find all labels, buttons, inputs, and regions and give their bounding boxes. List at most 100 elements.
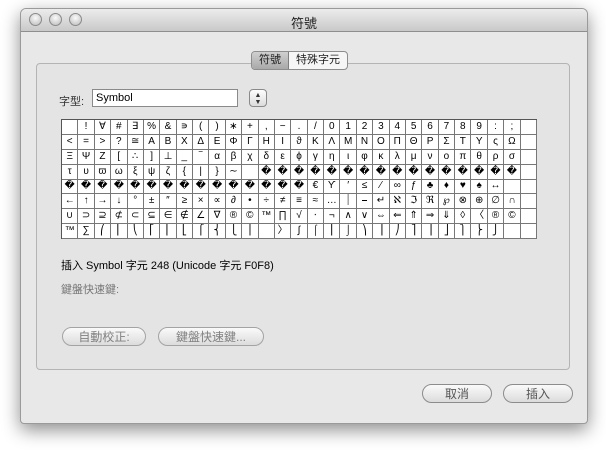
- symbol-cell[interactable]: ⊂: [127, 209, 144, 225]
- symbol-cell[interactable]: [504, 179, 521, 195]
- symbol-cell[interactable]: (: [193, 120, 210, 135]
- symbol-cell[interactable]: �: [111, 179, 128, 195]
- symbol-cell[interactable]: Ι: [274, 134, 292, 150]
- symbol-cell[interactable]: ∗: [225, 120, 243, 135]
- symbol-cell[interactable]: 8: [455, 120, 472, 135]
- symbol-cell[interactable]: ∪: [62, 209, 79, 225]
- symbol-cell[interactable]: ⇓: [438, 209, 456, 225]
- symbol-cell[interactable]: �: [127, 179, 144, 195]
- symbol-cell[interactable]: �: [291, 179, 308, 195]
- symbol-cell[interactable]: ζ: [160, 164, 177, 180]
- symbol-cell[interactable]: ™: [62, 224, 79, 239]
- symbol-cell[interactable]: ⎧: [193, 224, 210, 239]
- symbol-cell[interactable]: �: [274, 179, 292, 195]
- symbol-cell[interactable]: �: [324, 164, 341, 180]
- symbol-cell[interactable]: ρ: [487, 149, 505, 165]
- symbol-cell[interactable]: ⎫: [455, 224, 472, 239]
- symbol-cell[interactable]: θ: [471, 149, 488, 165]
- symbol-cell[interactable]: χ: [242, 149, 259, 165]
- symbol-cell[interactable]: �: [389, 164, 406, 180]
- symbol-cell[interactable]: ⁄: [373, 179, 390, 195]
- cancel-button[interactable]: 取消: [422, 384, 492, 403]
- symbol-cell[interactable]: ©: [242, 209, 259, 225]
- symbol-cell[interactable]: Κ: [307, 134, 325, 150]
- symbol-cell[interactable]: ⎠: [389, 224, 406, 239]
- symbol-cell[interactable]: ⎯: [356, 194, 374, 210]
- symbol-cell[interactable]: 7: [438, 120, 456, 135]
- tab-special-characters[interactable]: 特殊字元: [289, 52, 347, 69]
- symbol-cell[interactable]: κ: [373, 149, 390, 165]
- symbol-cell[interactable]: ⊄: [111, 209, 128, 225]
- symbol-cell[interactable]: π: [455, 149, 472, 165]
- symbol-cell[interactable]: �: [504, 164, 521, 180]
- symbol-cell[interactable]: �: [307, 164, 325, 180]
- symbol-cell[interactable]: Ν: [356, 134, 374, 150]
- symbol-cell[interactable]: ⋅: [307, 209, 325, 225]
- symbol-cell[interactable]: ∏: [274, 209, 292, 225]
- symbol-cell[interactable]: 1: [340, 120, 357, 135]
- symbol-cell[interactable]: �: [258, 164, 275, 180]
- symbol-cell[interactable]: �: [193, 179, 210, 195]
- symbol-cell[interactable]: ≠: [274, 194, 292, 210]
- symbol-cell[interactable]: �: [471, 164, 488, 180]
- symbol-cell[interactable]: [520, 209, 537, 225]
- symbol-cell[interactable]: ϑ: [291, 134, 308, 150]
- symbol-cell[interactable]: ⎪: [242, 224, 259, 239]
- symbol-cell[interactable]: ⎡: [143, 224, 161, 239]
- symbol-cell[interactable]: ⇐: [389, 209, 406, 225]
- symbol-cell[interactable]: .: [291, 120, 308, 135]
- symbol-cell[interactable]: ↔: [487, 179, 505, 195]
- symbol-cell[interactable]: /: [307, 120, 325, 135]
- symbol-cell[interactable]: 9: [471, 120, 488, 135]
- symbol-cell[interactable]: ≤: [356, 179, 374, 195]
- symbol-cell[interactable]: ∴: [127, 149, 144, 165]
- symbol-cell[interactable]: Α: [143, 134, 161, 150]
- symbol-cell[interactable]: ⎝: [127, 224, 144, 239]
- symbol-cell[interactable]: Θ: [405, 134, 423, 150]
- symbol-cell[interactable]: ⎬: [471, 224, 488, 239]
- symbol-cell[interactable]: ⎨: [209, 224, 226, 239]
- symbol-cell[interactable]: %: [143, 120, 161, 135]
- symbol-cell[interactable]: �: [242, 179, 259, 195]
- symbol-cell[interactable]: ′: [340, 179, 357, 195]
- symbol-cell[interactable]: &: [160, 120, 177, 135]
- symbol-cell[interactable]: �: [143, 179, 161, 195]
- symbol-cell[interactable]: ⎤: [405, 224, 423, 239]
- symbol-cell[interactable]: ⊆: [143, 209, 161, 225]
- symbol-cell[interactable]: [520, 194, 537, 210]
- symbol-cell[interactable]: ο: [438, 149, 456, 165]
- symbol-cell[interactable]: γ: [307, 149, 325, 165]
- symbol-cell[interactable]: ⇑: [405, 209, 423, 225]
- symbol-cell[interactable]: μ: [405, 149, 423, 165]
- symbol-cell[interactable]: €: [307, 179, 325, 195]
- symbol-cell[interactable]: ∨: [356, 209, 374, 225]
- symbol-cell[interactable]: 2: [356, 120, 374, 135]
- symbol-cell[interactable]: �: [438, 164, 456, 180]
- symbol-cell[interactable]: ®: [487, 209, 505, 225]
- symbol-cell[interactable]: [62, 120, 79, 135]
- symbol-cell[interactable]: ⎞: [356, 224, 374, 239]
- symbol-cell[interactable]: �: [422, 164, 439, 180]
- symbol-cell[interactable]: −: [274, 120, 292, 135]
- symbol-cell[interactable]: √: [291, 209, 308, 225]
- symbol-cell[interactable]: [520, 149, 537, 165]
- symbol-cell[interactable]: 5: [405, 120, 423, 135]
- symbol-grid[interactable]: ! ∀ # ∃% & ∍() ∗ +, −./0 1 2 3 4 5 6 7 8 9:; < = >? ≅ Α Β Χ Δ Ε Φ Γ Η…: [61, 119, 537, 239]
- keyboard-shortcut-button[interactable]: 鍵盤快速鍵...: [158, 327, 264, 346]
- symbol-cell[interactable]: ∃: [127, 120, 144, 135]
- font-input[interactable]: Symbol: [92, 89, 238, 107]
- symbol-cell[interactable]: ∑: [78, 224, 95, 239]
- symbol-cell[interactable]: ♣: [422, 179, 439, 195]
- symbol-cell[interactable]: ;: [504, 120, 521, 135]
- symbol-cell[interactable]: ×: [193, 194, 210, 210]
- symbol-cell[interactable]: ⌠: [307, 224, 325, 239]
- symbol-cell[interactable]: η: [324, 149, 341, 165]
- symbol-cell[interactable]: ≅: [127, 134, 144, 150]
- symbol-cell[interactable]: δ: [258, 149, 275, 165]
- font-stepper[interactable]: ▲ ▼: [249, 89, 267, 107]
- symbol-cell[interactable]: ℜ: [422, 194, 439, 210]
- symbol-cell[interactable]: �: [62, 179, 79, 195]
- symbol-cell[interactable]: �: [258, 179, 275, 195]
- symbol-cell[interactable]: ↵: [373, 194, 390, 210]
- symbol-cell[interactable]: ⇔: [373, 209, 390, 225]
